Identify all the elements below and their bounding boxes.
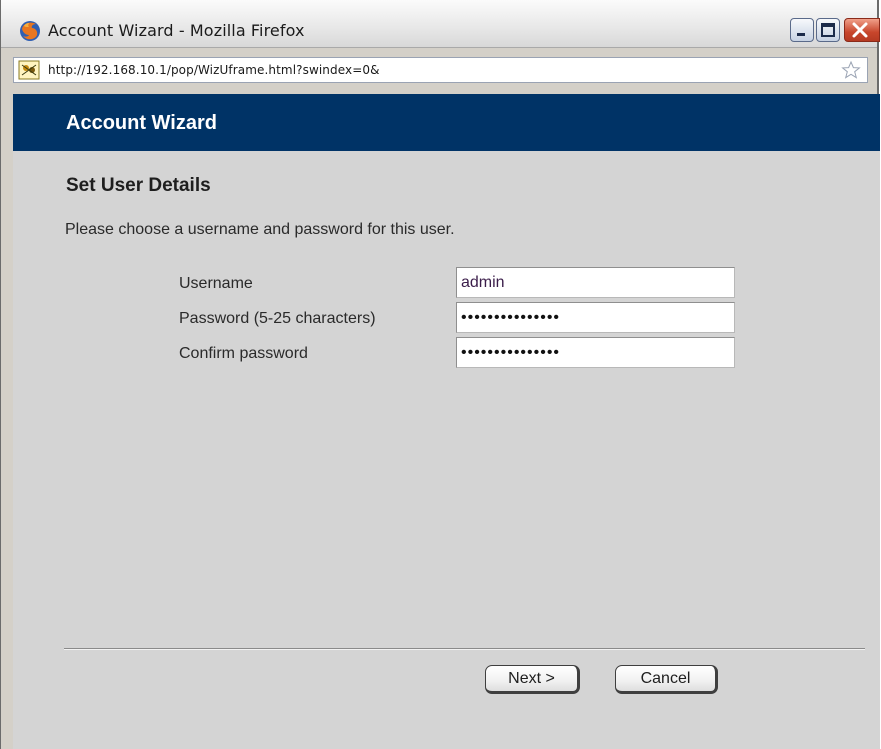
wizard-title: Account Wizard [66,112,217,134]
minimize-button[interactable] [790,18,814,42]
window-title: Account Wizard - Mozilla Firefox [48,21,305,40]
minimize-icon [797,33,805,36]
browser-window: Account Wizard - Mozilla Firefox http://… [0,0,880,749]
star-icon[interactable] [841,60,861,80]
close-icon [852,22,868,38]
instructions-text: Please choose a username and password fo… [65,221,455,238]
next-button[interactable]: Next > [485,665,580,694]
wizard-page: Account Wizard Set User Details Please c… [13,94,880,749]
password-label: Password (5-25 characters) [179,310,376,327]
maximize-button[interactable] [816,18,840,42]
confirm-password-label: Confirm password [179,345,308,362]
password-input[interactable] [456,302,735,333]
wizard-header: Account Wizard [13,94,880,151]
confirm-password-input[interactable] [456,337,735,368]
url-text[interactable]: http://192.168.10.1/pop/WizUframe.html?s… [48,63,380,77]
maximize-icon [821,23,835,37]
username-label: Username [179,275,253,292]
divider [64,648,865,650]
firefox-icon [20,21,40,41]
site-identity-icon [18,60,40,80]
section-title: Set User Details [66,175,211,196]
address-bar[interactable]: http://192.168.10.1/pop/WizUframe.html?s… [13,57,868,83]
title-bar: Account Wizard - Mozilla Firefox [1,0,880,48]
username-input[interactable] [456,267,735,298]
close-button[interactable] [844,18,880,42]
cancel-button[interactable]: Cancel [615,665,718,694]
